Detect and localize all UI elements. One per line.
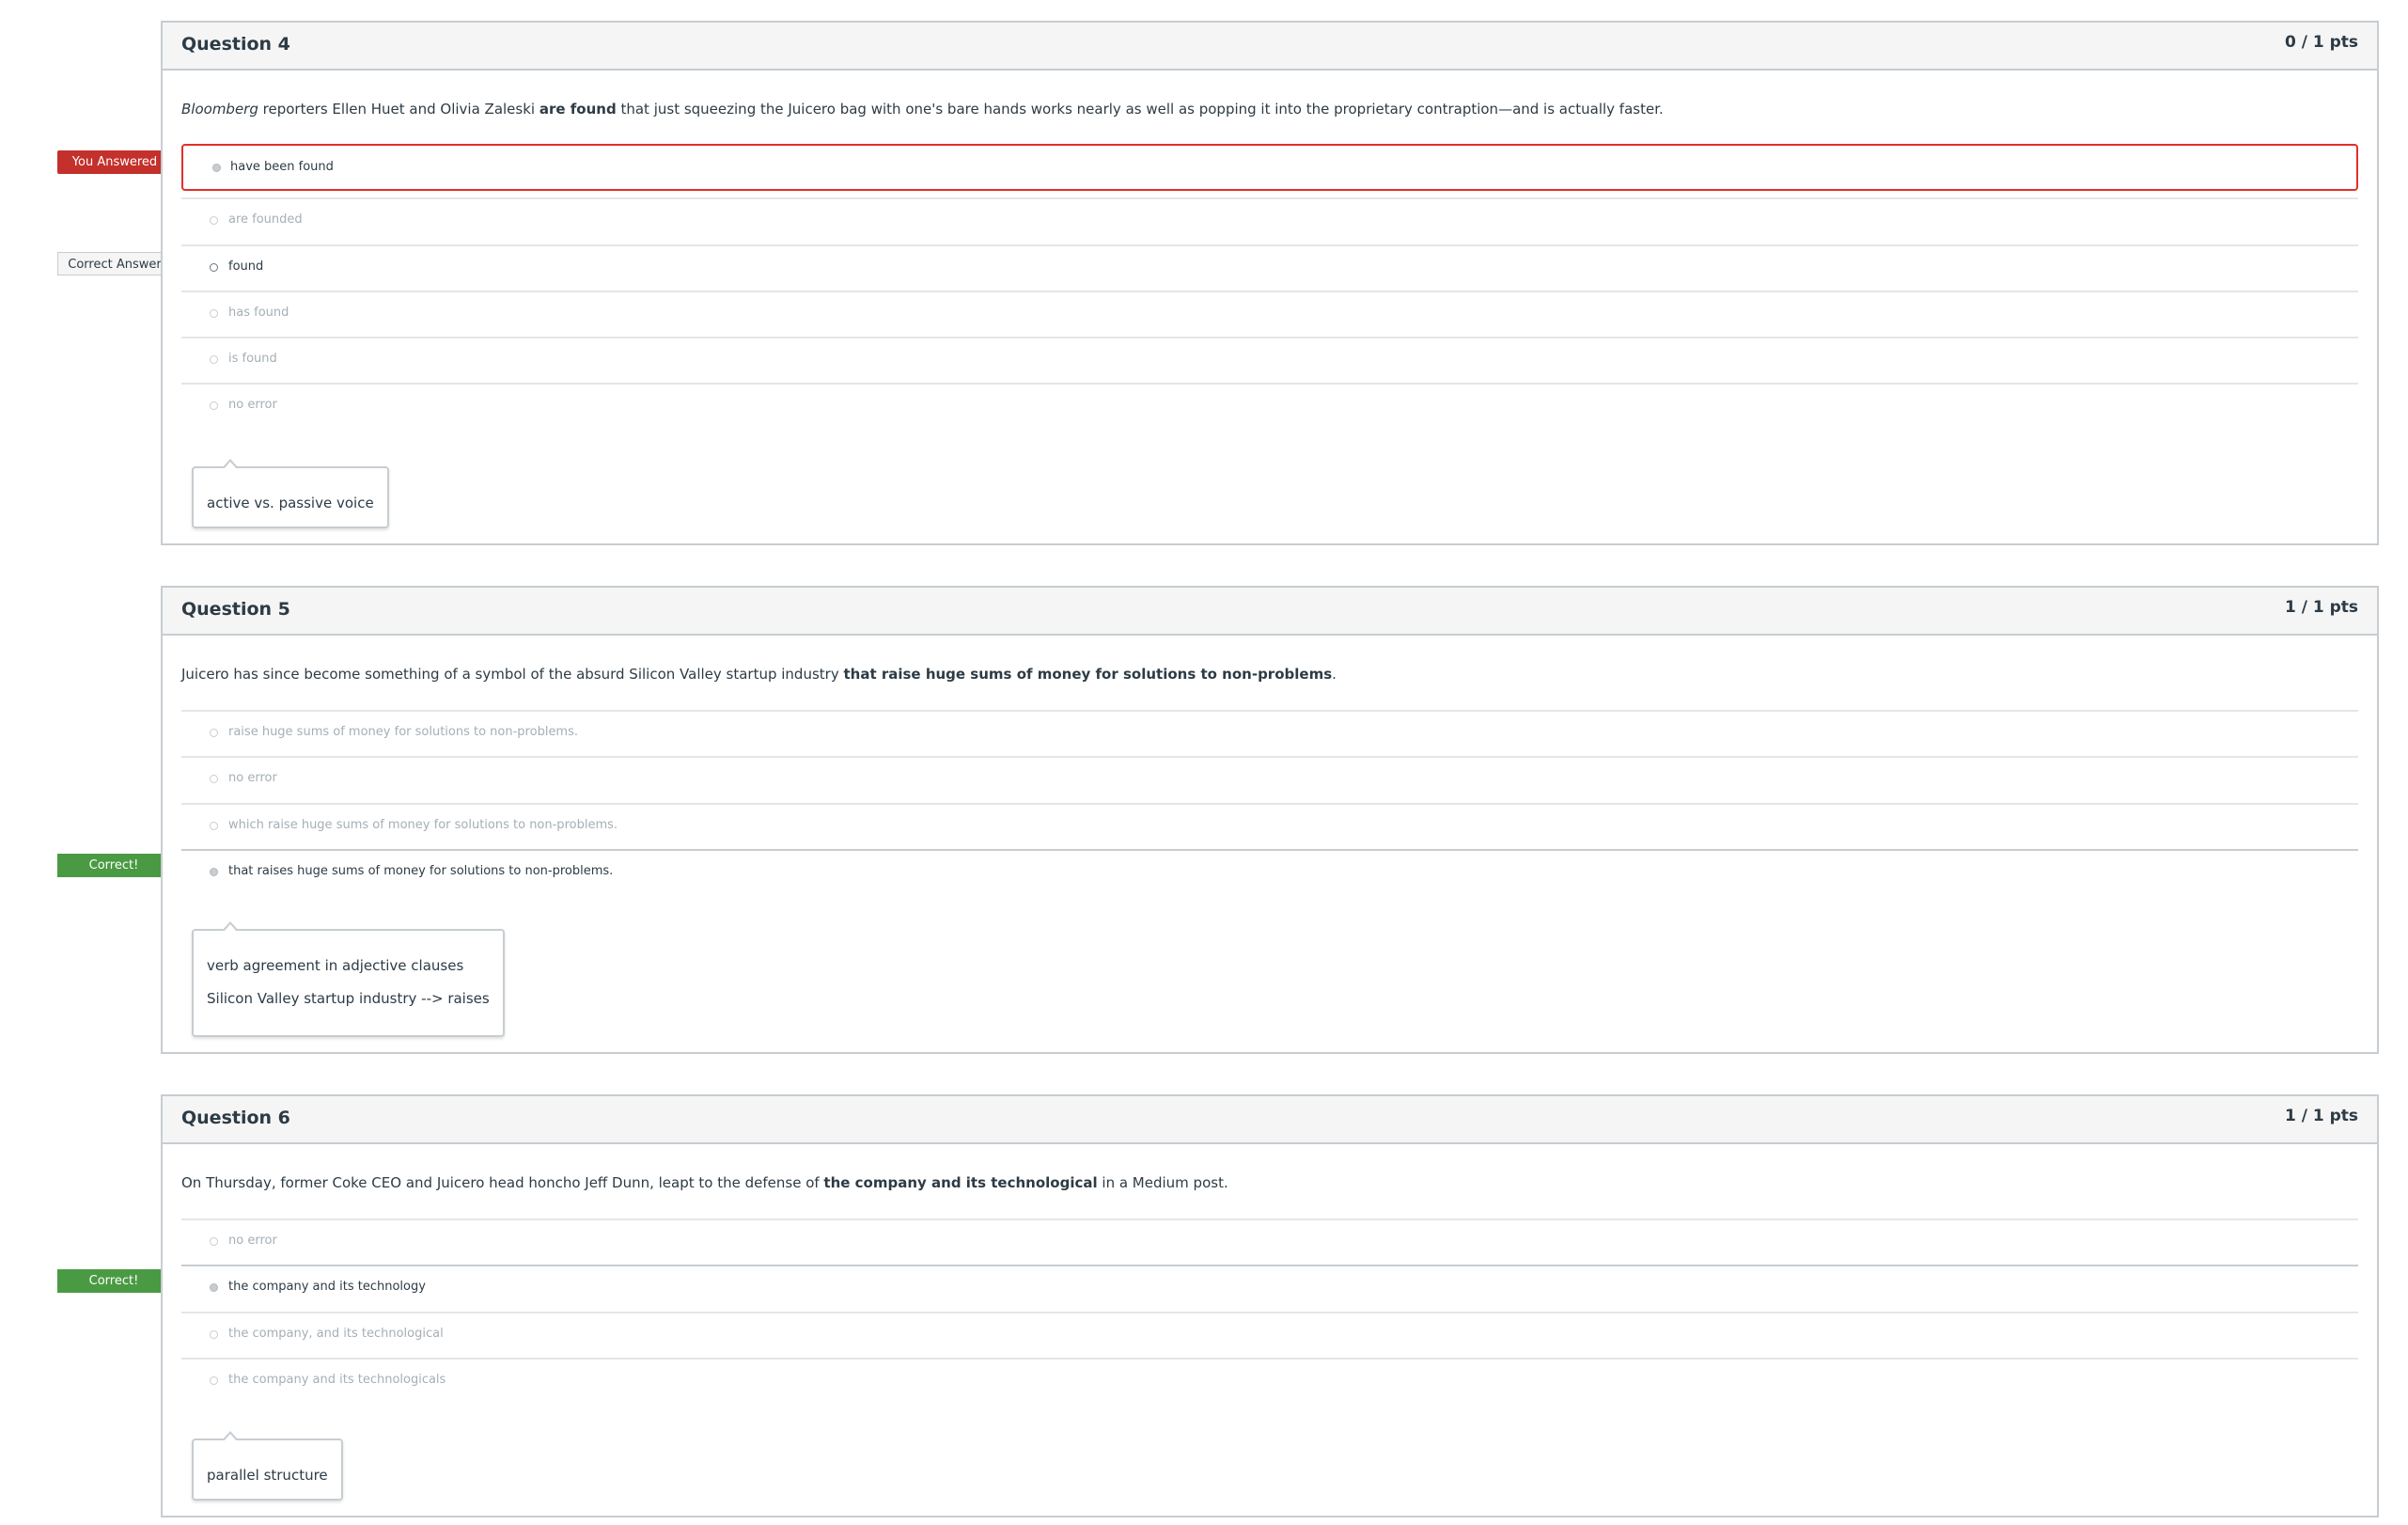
answer-option[interactable]: the company and its technology [181, 1265, 2358, 1312]
question-header: Question 5 1 / 1 pts [163, 588, 2377, 636]
question-points: 1 / 1 pts [2284, 1107, 2358, 1125]
question-header: Question 6 1 / 1 pts [163, 1096, 2377, 1144]
question-text-bold: are found [539, 101, 617, 118]
answer-label: the company and its technology [228, 1280, 426, 1294]
question-text-bold: the company and its technological [823, 1174, 1098, 1191]
radio-icon[interactable] [210, 216, 218, 225]
question-text: Juicero has since become something of a … [181, 666, 1337, 683]
answer-label: which raise huge sums of money for solut… [228, 818, 618, 832]
answer-label: that raises huge sums of money for solut… [228, 864, 614, 878]
radio-icon[interactable] [210, 1237, 218, 1246]
answer-option[interactable]: no error [181, 1218, 2358, 1265]
answer-list: no error the company and its technology … [181, 1218, 2358, 1404]
answer-label: is found [228, 352, 277, 366]
comment-text: parallel structure [207, 1467, 328, 1484]
radio-icon[interactable] [210, 1330, 218, 1339]
answer-option[interactable]: raise huge sums of money for solutions t… [181, 710, 2358, 756]
radio-icon[interactable] [210, 401, 218, 410]
question-text: On Thursday, former Coke CEO and Juicero… [181, 1174, 1228, 1191]
question-text: Bloomberg reporters Ellen Huet and Olivi… [181, 101, 1664, 118]
correct-flag: Correct! [57, 1269, 180, 1293]
question-card: Question 6 1 / 1 pts On Thursday, former… [161, 1094, 2379, 1517]
question-text-pre: Juicero has since become something of a … [181, 666, 844, 683]
answer-label: no error [228, 398, 277, 412]
answer-comment: active vs. passive voice [192, 459, 389, 528]
answer-comment: verb agreement in adjective clauses Sili… [192, 921, 505, 1037]
answer-label: no error [228, 1234, 277, 1248]
question-title: Question 5 [181, 599, 290, 620]
question-points: 0 / 1 pts [2284, 33, 2358, 52]
question-text-pre: On Thursday, former Coke CEO and Juicero… [181, 1174, 824, 1191]
answer-option[interactable]: no error [181, 383, 2358, 429]
answer-option[interactable]: the company, and its technological [181, 1312, 2358, 1358]
radio-selected-icon[interactable] [210, 868, 218, 876]
comment-text: active vs. passive voice [207, 495, 374, 511]
answer-list: have been found are founded found has fo… [181, 144, 2358, 429]
answer-list: raise huge sums of money for solutions t… [181, 710, 2358, 895]
radio-selected-icon[interactable] [212, 164, 221, 172]
radio-selected-icon[interactable] [210, 1283, 218, 1292]
answer-option[interactable]: that raises huge sums of money for solut… [181, 849, 2358, 895]
correct-answer-flag: Correct Answer [57, 251, 180, 275]
answer-label: raise huge sums of money for solutions t… [228, 725, 579, 739]
question-text-post: that just squeezing the Juicero bag with… [616, 101, 1664, 118]
answer-option[interactable]: are founded [181, 197, 2358, 244]
radio-icon[interactable] [210, 775, 218, 783]
answer-label: the company and its technologicals [228, 1373, 446, 1387]
radio-icon[interactable] [210, 355, 218, 364]
question-text-post: in a Medium post. [1097, 1174, 1228, 1191]
comment-text: verb agreement in adjective clauses [207, 957, 464, 974]
question-points: 1 / 1 pts [2284, 598, 2358, 617]
answer-option[interactable]: is found [181, 337, 2358, 383]
answer-option[interactable]: found [181, 244, 2358, 291]
answer-label: are founded [228, 212, 303, 227]
answer-label: have been found [230, 160, 334, 174]
radio-icon[interactable] [210, 822, 218, 830]
question-text-post: . [1332, 666, 1337, 683]
answer-option[interactable]: the company and its technologicals [181, 1358, 2358, 1404]
answer-option[interactable]: no error [181, 756, 2358, 803]
radio-icon[interactable] [210, 309, 218, 318]
question-card: Question 4 0 / 1 pts Bloomberg reporters… [161, 21, 2379, 545]
question-title: Question 4 [181, 34, 290, 55]
answer-option[interactable]: has found [181, 291, 2358, 337]
correct-flag: Correct! [57, 854, 180, 877]
radio-icon[interactable] [210, 729, 218, 737]
question-text-bold: that raise huge sums of money for soluti… [843, 666, 1333, 683]
answer-option[interactable]: which raise huge sums of money for solut… [181, 803, 2358, 849]
radio-icon[interactable] [210, 263, 218, 272]
answer-option[interactable]: have been found [181, 144, 2358, 191]
question-card: Question 5 1 / 1 pts Juicero has since b… [161, 586, 2379, 1054]
you-answered-flag: You Answered [57, 150, 181, 174]
answer-label: found [228, 259, 264, 274]
comment-text: Silicon Valley startup industry --> rais… [207, 990, 490, 1007]
radio-icon[interactable] [210, 1376, 218, 1385]
question-title: Question 6 [181, 1108, 290, 1128]
answer-label: no error [228, 771, 277, 785]
answer-comment: parallel structure [192, 1431, 343, 1501]
question-header: Question 4 0 / 1 pts [163, 23, 2377, 71]
question-text-pre: reporters Ellen Huet and Olivia Zaleski [258, 101, 539, 118]
question-text-italic: Bloomberg [181, 101, 258, 118]
answer-label: the company, and its technological [228, 1327, 444, 1341]
answer-label: has found [228, 306, 289, 320]
